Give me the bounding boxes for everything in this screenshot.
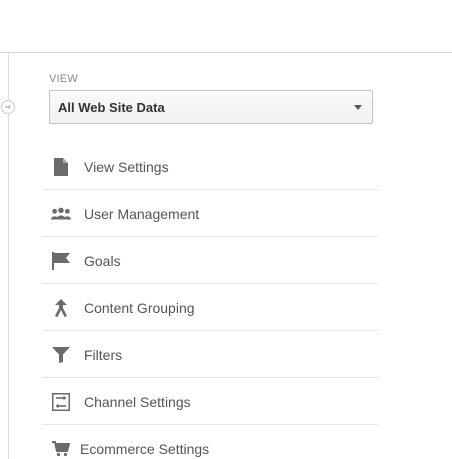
menu-item-channel-settings[interactable]: Channel Settings bbox=[42, 378, 378, 425]
document-icon bbox=[51, 157, 71, 177]
menu-item-label: Content Grouping bbox=[84, 300, 195, 316]
selected-view-value: All Web Site Data bbox=[58, 100, 165, 115]
filter-icon bbox=[51, 345, 71, 365]
menu-item-label: Goals bbox=[84, 253, 121, 269]
view-settings-menu: View Settings User Management Goals Cont… bbox=[42, 143, 378, 459]
menu-item-goals[interactable]: Goals bbox=[42, 237, 378, 284]
admin-view-panel: VIEW All Web Site Data View Settings Use… bbox=[0, 0, 452, 459]
caret-down-icon bbox=[354, 105, 362, 110]
menu-item-ecommerce-settings[interactable]: Ecommerce Settings bbox=[42, 425, 378, 459]
menu-item-content-grouping[interactable]: Content Grouping bbox=[42, 284, 378, 331]
merge-icon bbox=[51, 298, 71, 318]
view-selector-dropdown[interactable]: All Web Site Data bbox=[49, 90, 373, 124]
menu-item-user-management[interactable]: User Management bbox=[42, 190, 378, 237]
menu-item-filters[interactable]: Filters bbox=[42, 331, 378, 378]
menu-item-label: Channel Settings bbox=[84, 394, 191, 410]
flag-icon bbox=[51, 251, 71, 271]
menu-item-label: View Settings bbox=[84, 159, 169, 175]
menu-item-view-settings[interactable]: View Settings bbox=[42, 143, 378, 190]
cart-icon bbox=[51, 439, 71, 459]
channel-settings-icon bbox=[51, 392, 71, 412]
users-icon bbox=[51, 204, 71, 224]
top-divider bbox=[0, 52, 452, 53]
menu-item-label: Ecommerce Settings bbox=[80, 441, 210, 457]
column-toggle-button[interactable] bbox=[1, 100, 15, 114]
top-blank-area bbox=[0, 0, 452, 52]
menu-item-label: User Management bbox=[84, 206, 200, 222]
menu-item-label: Filters bbox=[84, 347, 123, 363]
view-section-label: VIEW bbox=[49, 73, 78, 85]
arrow-right-icon bbox=[5, 104, 11, 110]
